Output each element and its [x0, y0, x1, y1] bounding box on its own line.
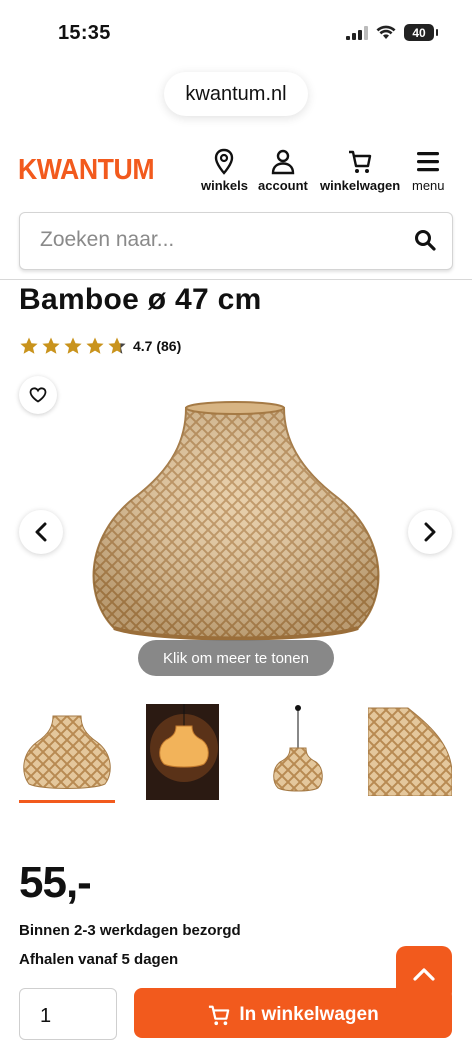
thumbnail-image-lamp	[23, 715, 111, 789]
nav-cart[interactable]: winkelwagen	[320, 148, 400, 193]
signal-icon	[346, 25, 368, 40]
thumbnail-2[interactable]	[146, 704, 219, 800]
gallery-hint[interactable]: Klik om meer te tonen	[138, 640, 334, 676]
star-full-icon	[86, 337, 104, 354]
thumbnail-3[interactable]	[258, 704, 338, 800]
thumbnail-image-lit-lamp	[146, 704, 219, 800]
heart-icon	[29, 387, 47, 403]
star-full-icon	[64, 337, 82, 354]
nav-menu-label: menu	[412, 178, 445, 193]
nav-menu[interactable]: menu	[412, 148, 445, 193]
site-header: KWANTUM winkels account winkelwagen menu	[0, 140, 472, 200]
add-to-cart-label: In winkelwagen	[239, 1004, 379, 1025]
user-icon	[271, 149, 295, 175]
cart-icon	[349, 150, 372, 173]
search-input[interactable]	[38, 227, 402, 253]
star-full-icon	[42, 337, 60, 354]
quantity-value: 1	[40, 1005, 52, 1027]
product-title: Bamboe ø 47 cm	[19, 283, 262, 316]
search-icon[interactable]	[414, 229, 436, 251]
battery-indicator: 40	[404, 24, 438, 41]
thumbnail-image-lamp-detail	[367, 707, 453, 797]
status-icons: 40	[346, 24, 438, 41]
cart-icon	[209, 1005, 230, 1026]
status-time: 15:35	[58, 22, 111, 44]
star-full-icon	[20, 337, 38, 354]
product-gallery[interactable]: Klik om meer te tonen	[0, 370, 472, 688]
thumbnail-1[interactable]	[19, 704, 115, 803]
nav-stores-label: winkels	[201, 178, 248, 193]
thumbnail-image-hanging-lamp	[273, 705, 323, 792]
site-logo[interactable]: KWANTUM	[18, 154, 155, 187]
back-to-top-button[interactable]	[396, 946, 452, 1002]
thumbnail-strip	[0, 700, 472, 810]
quantity-input[interactable]: 1	[19, 988, 117, 1040]
chevron-right-icon	[424, 522, 436, 542]
delivery-info: Binnen 2-3 werkdagen bezorgd	[19, 922, 241, 939]
hamburger-menu-icon	[417, 152, 440, 172]
header-divider	[0, 279, 472, 280]
gallery-prev-button[interactable]	[19, 510, 63, 554]
location-pin-icon	[215, 148, 234, 175]
product-price: 55,-	[19, 858, 92, 907]
favorite-button[interactable]	[19, 376, 57, 414]
star-partial-icon	[108, 337, 126, 354]
nav-account-label: account	[258, 178, 308, 193]
product-rating[interactable]: 4.7 (86)	[19, 336, 181, 356]
nav-account[interactable]: account	[258, 148, 308, 193]
address-bar-url: kwantum.nl	[185, 82, 287, 105]
nav-stores[interactable]: winkels	[201, 148, 248, 193]
gallery-next-button[interactable]	[408, 510, 452, 554]
wifi-icon	[376, 25, 396, 39]
chevron-left-icon	[35, 522, 47, 542]
status-bar: 15:35 40	[0, 0, 472, 70]
search-bar	[19, 212, 453, 270]
nav-cart-label: winkelwagen	[320, 178, 401, 193]
product-image-bamboo-lamp[interactable]	[88, 398, 384, 642]
chevron-up-icon	[413, 968, 435, 981]
pickup-info: Afhalen vanaf 5 dagen	[19, 951, 179, 968]
address-bar[interactable]: kwantum.nl	[164, 72, 308, 116]
rating-text: 4.7 (86)	[133, 338, 182, 354]
thumbnail-4[interactable]	[367, 704, 453, 800]
